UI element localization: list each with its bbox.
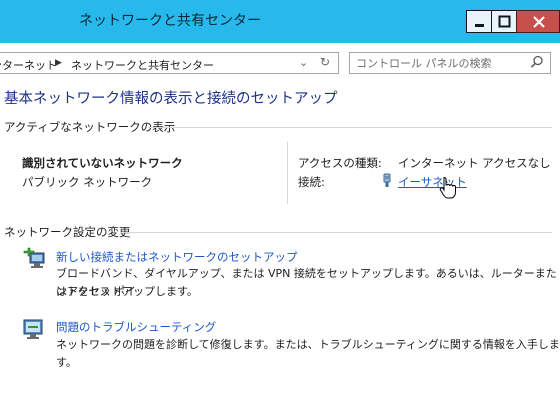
minimize-icon — [475, 24, 484, 27]
access-type-value: インターネット アクセスなし — [398, 156, 551, 170]
search-input[interactable] — [356, 55, 526, 71]
hand-cursor-icon — [439, 176, 456, 199]
page-title: 基本ネットワーク情報の表示と接続のセットアップ — [4, 91, 338, 107]
network-type-link[interactable]: パブリック ネットワーク — [22, 174, 152, 190]
minimize-button[interactable] — [466, 10, 492, 33]
refresh-icon[interactable]: ↻ — [320, 55, 330, 69]
vertical-divider — [287, 142, 288, 204]
change-settings-heading: ネットワーク設定の変更 — [4, 225, 131, 239]
maximize-button[interactable] — [491, 10, 517, 33]
ethernet-icon — [383, 173, 391, 187]
network-setup-icon — [23, 247, 45, 268]
maximize-icon — [498, 15, 511, 28]
troubleshoot-icon — [23, 319, 43, 339]
troubleshoot-description: ネットワークの問題を診断して修復します。または、トラブルシューティングに関する情… — [56, 338, 560, 369]
dropdown-chevron-icon[interactable]: ⌄ — [299, 56, 308, 69]
breadcrumb-separator-icon[interactable]: ▶ — [55, 58, 62, 68]
close-icon — [533, 16, 545, 28]
window-title: ネットワークと共有センター — [79, 13, 261, 29]
connections-label: 接続: — [298, 175, 325, 189]
section-divider — [148, 127, 552, 128]
title-bar: ネットワークと共有センター — [0, 0, 560, 43]
section-divider — [120, 232, 552, 233]
search-icon[interactable] — [530, 55, 544, 69]
close-button[interactable] — [516, 10, 560, 33]
network-name: 識別されていないネットワーク — [22, 156, 183, 170]
new-connection-link[interactable]: 新しい接続またはネットワークのセットアップ — [56, 249, 298, 265]
troubleshoot-link[interactable]: 問題のトラブルシューティング — [56, 319, 216, 335]
breadcrumb-internet[interactable]: ンターネット — [0, 57, 57, 73]
breadcrumb-network-center[interactable]: ネットワークと共有センター — [71, 57, 214, 73]
address-bar[interactable]: ンターネット ▶ ネットワークと共有センター ⌄ ↻ — [0, 52, 339, 74]
access-type-label: アクセスの種類: — [298, 156, 382, 170]
search-box[interactable] — [349, 52, 551, 74]
new-connection-description-line-2: ントをセットアップします。 — [56, 285, 198, 298]
